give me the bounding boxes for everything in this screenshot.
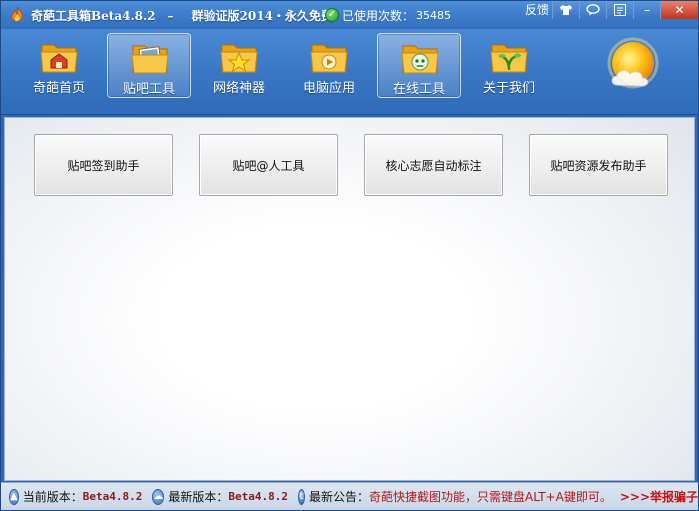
nav-toolbar: 奇葩首页 贴吧工具 网络神器 电脑应用 在线工具 关于我们: [1, 29, 698, 115]
robot-folder-icon: [401, 45, 439, 74]
nav-label-network-tools: 网络神器: [212, 81, 265, 96]
nav-item-home[interactable]: 奇葩首页: [17, 33, 101, 98]
title-bar[interactable]: 奇葩工具箱Beta4.8.2– 群验证版2014・永久免费 ✓ 已使用次数： 35…: [1, 1, 698, 29]
photo-folder-icon: [131, 45, 169, 74]
current-version-label: 当前版本：: [22, 490, 83, 504]
nav-item-tieba-tools[interactable]: 贴吧工具: [107, 33, 191, 98]
current-version-value: Beta4.8.2: [82, 490, 143, 503]
window-controls: 反馈 – ✕: [522, 1, 698, 19]
media-folder-icon: [310, 44, 348, 73]
nav-item-network-tools[interactable]: 网络神器: [197, 33, 281, 98]
tieba-checkin-button[interactable]: 贴吧签到助手: [34, 134, 173, 196]
star-folder-icon: [220, 44, 258, 73]
cloud-update-icon: ☁: [152, 488, 165, 505]
menu-button[interactable]: [606, 1, 633, 19]
notice-icon: t: [297, 488, 305, 505]
tieba-resource-publish-button[interactable]: 贴吧资源发布助手: [529, 134, 668, 196]
home-folder-icon: [40, 44, 78, 73]
nav-label-online-tools: 在线工具: [392, 82, 445, 97]
tool-panel: 贴吧签到助手 贴吧@人工具 核心志愿自动标注 贴吧资源发布助手: [4, 117, 695, 481]
check-icon: ✓: [325, 8, 339, 22]
nav-item-pc-apps[interactable]: 电脑应用: [287, 33, 371, 98]
app-title: 奇葩工具箱Beta4.8.2: [31, 9, 156, 23]
nav-label-home: 奇葩首页: [32, 81, 85, 96]
window-title: 奇葩工具箱Beta4.8.2– 群验证版2014・永久免费: [31, 7, 333, 24]
nav-label-tieba-tools: 贴吧工具: [122, 82, 175, 97]
usage-counter: ✓ 已使用次数： 35485: [325, 7, 451, 23]
usage-label: 已使用次数：: [342, 8, 415, 23]
nav-label-pc-apps: 电脑应用: [302, 81, 355, 96]
feedback-button[interactable]: 反馈: [522, 1, 552, 19]
plant-folder-icon: [490, 44, 528, 73]
upload-icon: ▲: [9, 488, 19, 505]
notice-label: 最新公告：: [308, 490, 369, 504]
close-button[interactable]: ✕: [660, 1, 698, 19]
usage-count: 35485: [416, 8, 452, 22]
title-edition: 群验证版2014・永久免费: [191, 9, 333, 23]
tieba-mention-button[interactable]: 贴吧@人工具: [199, 134, 338, 196]
flame-icon: [11, 6, 23, 22]
nav-item-online-tools[interactable]: 在线工具: [377, 33, 461, 98]
report-scammer-link[interactable]: >>>举报骗子: [620, 488, 698, 505]
volunteer-auto-tag-button[interactable]: 核心志愿自动标注: [364, 134, 503, 196]
chat-button[interactable]: [579, 1, 606, 19]
status-bar: ▲ 当前版本： Beta4.8.2 ☁ 最新版本： Beta4.8.2 t 最新…: [1, 482, 698, 510]
title-separator: –: [167, 9, 174, 23]
skin-button[interactable]: [552, 1, 579, 19]
nav-label-about-us: 关于我们: [482, 81, 535, 96]
speech-bubble-icon: [586, 4, 600, 16]
minimize-button[interactable]: –: [633, 1, 660, 19]
app-window: 奇葩工具箱Beta4.8.2– 群验证版2014・永久免费 ✓ 已使用次数： 35…: [0, 0, 699, 511]
latest-version-label: 最新版本：: [168, 490, 229, 504]
nav-item-about-us[interactable]: 关于我们: [467, 33, 551, 98]
menu-icon: [614, 4, 626, 16]
shirt-icon: [560, 5, 572, 15]
latest-version-value: Beta4.8.2: [228, 490, 288, 503]
sun-cloud-icon: [607, 37, 659, 89]
notice-text: 奇葩快捷截图功能，只需键盘ALT+A键即可。: [368, 490, 612, 504]
